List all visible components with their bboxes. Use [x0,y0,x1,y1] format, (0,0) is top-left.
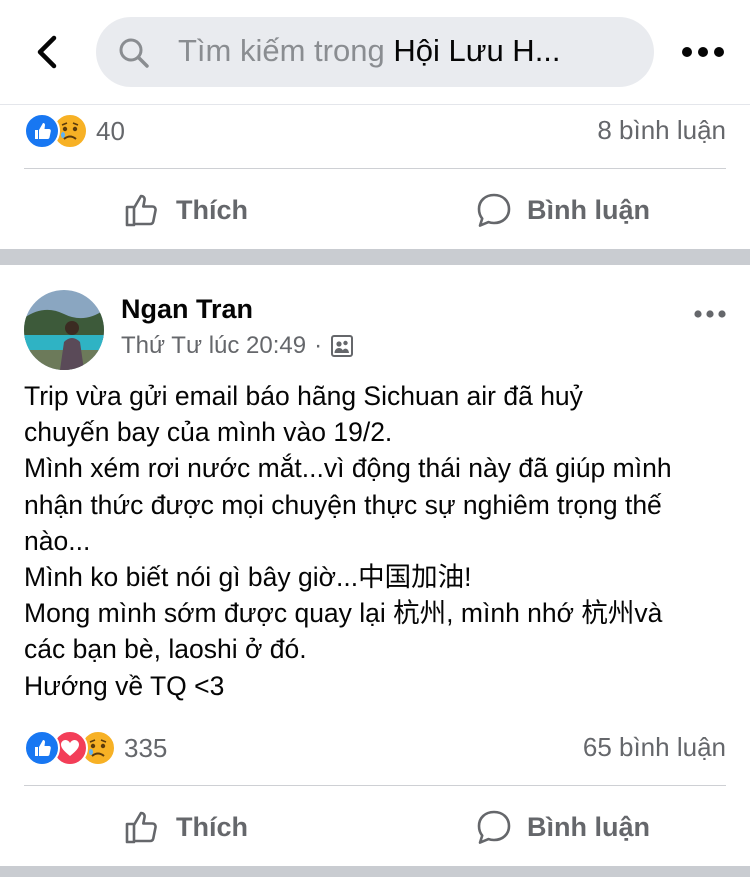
like-button[interactable]: Thích [124,191,248,229]
avatar[interactable] [24,290,104,370]
post-line: nhận thức được mọi chuyện thực sự nghiêm… [24,489,662,520]
divider [24,785,726,786]
post-body: Trip vừa gửi email báo hãng Sichuan air … [24,378,730,704]
search-bar[interactable]: Tìm kiếm trong Hội Lưu H... [96,17,654,87]
like-reaction-icon [24,113,60,149]
comment-bubble-icon [477,810,511,844]
comment-count[interactable]: 65 bình luận [583,732,726,763]
search-icon [118,37,150,69]
group-audience-icon [331,335,354,357]
like-button[interactable]: Thích [124,808,248,846]
back-arrow-icon[interactable] [26,30,70,74]
post-more-icon[interactable] [692,304,728,324]
comment-button[interactable]: Bình luận [475,191,650,229]
header-divider [0,104,750,105]
meta-dot: · [314,332,323,359]
comment-label: Bình luận [527,811,650,842]
comment-label: Bình luận [527,194,650,225]
divider [24,168,726,169]
search-prefix: Tìm kiếm trong [178,33,394,68]
post-meta: Thứ Tư lúc 20:49 · [121,332,354,360]
more-icon[interactable] [680,38,726,66]
thumbs-up-icon [125,811,157,844]
post-line: các bạn bè, laoshi ở đó. [24,634,307,665]
like-label: Thích [176,811,248,842]
top-bar: Tìm kiếm trong Hội Lưu H... [0,0,750,104]
post-separator [0,249,750,265]
search-group-name: Hội Lưu H... [393,33,561,68]
post-line: Mình xém rơi nước mắt...vì động thái này… [24,453,672,484]
comment-bubble-icon [477,193,511,227]
thumbs-up-icon [125,194,157,227]
reaction-count: 40 [96,115,125,146]
post-line: Hướng về TQ <3 [24,670,225,701]
post-line: Trip vừa gửi email báo hãng Sichuan air … [24,381,583,411]
comment-button[interactable]: Bình luận [475,808,650,846]
search-placeholder: Tìm kiếm trong Hội Lưu H... [178,33,561,69]
post-reactions[interactable]: 335 [24,730,167,766]
post-line: chuyến bay của mình vào 19/2. [24,417,393,448]
reaction-count: 335 [124,732,168,763]
prev-reactions[interactable]: 40 [24,113,125,149]
post-line: Mong mình sớm được quay lại 杭州, mình nhớ… [24,598,663,629]
comment-count[interactable]: 8 bình luận [597,115,726,146]
post-author[interactable]: Ngan Tran [121,294,253,325]
post-line: nào... [24,525,91,556]
post-line: Mình ko biết nói gì bây giờ...中国加油! [24,562,472,593]
like-reaction-icon [24,730,60,766]
like-label: Thích [176,194,248,225]
post-separator [0,866,750,877]
post-timestamp[interactable]: Thứ Tư lúc 20:49 [121,332,306,360]
